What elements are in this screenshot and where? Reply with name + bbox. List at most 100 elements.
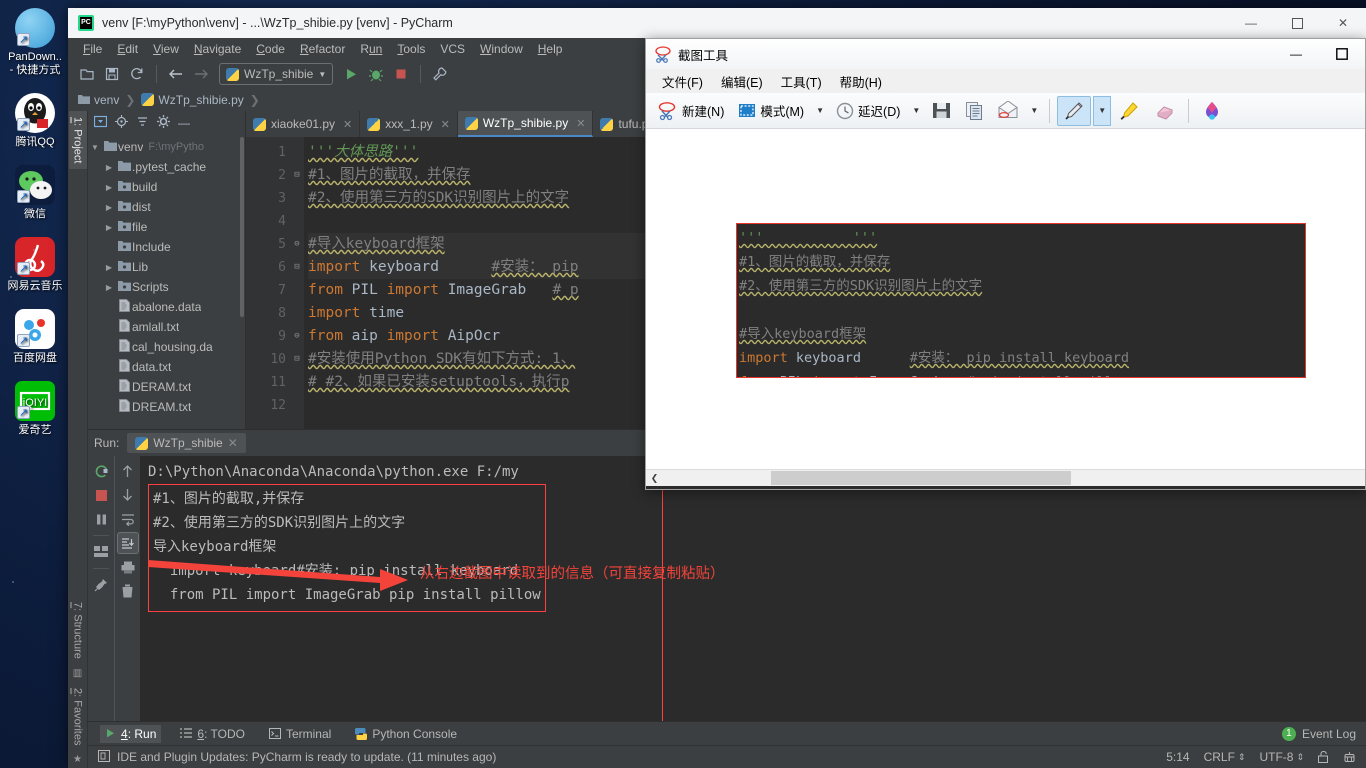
new-snip-button[interactable]: 新建(N) (652, 96, 730, 126)
folder-open-icon[interactable] (76, 63, 98, 85)
project-tree-item-data-txt[interactable]: data.txt (88, 357, 245, 377)
editor-tab-wztp-shibie-py[interactable]: WzTp_shibie.py ✕ (457, 111, 594, 137)
scrollbar-thumb[interactable] (771, 471, 1071, 485)
run-tab-wztp-shibie[interactable]: WzTp_shibie ✕ (127, 433, 246, 453)
locate-icon[interactable] (115, 115, 128, 131)
tree-expand-chevron-icon[interactable]: ▶ (102, 203, 116, 212)
tree-expand-chevron-icon[interactable]: ▶ (102, 263, 116, 272)
code-fold-toggle-icon[interactable]: ⊟ (290, 164, 304, 187)
code-fold-gutter[interactable]: ⊟ ⊖ ⊟ ⊖ ⊟ (290, 137, 304, 429)
caret-position[interactable]: 5:14 (1166, 750, 1189, 764)
snip-menu-edit[interactable]: 编辑(E) (713, 70, 771, 93)
email-dropdown-chevron-down-icon[interactable]: ▼ (1026, 106, 1042, 115)
copy-button[interactable] (959, 96, 990, 126)
close-icon[interactable]: ✕ (343, 118, 352, 131)
code-fold-toggle-icon[interactable]: ⊟ (290, 256, 304, 279)
code-fold-toggle-icon[interactable]: ⊖ (290, 233, 304, 256)
snip-menu-file[interactable]: 文件(F) (654, 70, 711, 93)
desktop-icon-tencent-qq[interactable]: ↗ 腾讯QQ (0, 89, 70, 151)
highlighter-button[interactable] (1113, 96, 1145, 126)
eraser-button[interactable] (1147, 96, 1181, 126)
rerun-icon[interactable] (90, 460, 112, 482)
menu-navigate[interactable]: Navigate (187, 40, 248, 58)
scroll-to-end-icon[interactable] (116, 532, 139, 554)
delay-dropdown-chevron-down-icon[interactable]: ▼ (908, 106, 924, 115)
menu-tools[interactable]: Tools (390, 40, 432, 58)
up-arrow-icon[interactable] (117, 460, 139, 482)
hide-panel-icon[interactable]: — (178, 116, 190, 130)
horizontal-scrollbar[interactable]: ❮ (646, 469, 1365, 486)
status-message[interactable]: IDE and Plugin Updates: PyCharm is ready… (117, 750, 496, 764)
refresh-icon[interactable] (126, 63, 148, 85)
snip-maximize-button[interactable] (1319, 39, 1365, 69)
snip-menu-help[interactable]: 帮助(H) (832, 70, 890, 93)
stop-icon[interactable] (90, 484, 112, 506)
tree-expand-chevron-icon[interactable]: ▶ (102, 283, 116, 292)
menu-code[interactable]: Code (249, 40, 292, 58)
line-separator-selector[interactable]: CRLF ⇕ (1204, 750, 1246, 764)
event-log-label[interactable]: Event Log (1302, 727, 1356, 741)
menu-refactor[interactable]: Refactor (293, 40, 352, 58)
collapse-all-icon[interactable] (136, 115, 149, 131)
menu-window[interactable]: Window (473, 40, 530, 58)
menu-edit[interactable]: Edit (110, 40, 145, 58)
snip-menu-tools[interactable]: 工具(T) (773, 70, 830, 93)
soft-wrap-icon[interactable] (117, 508, 139, 530)
project-tree-scrollbar[interactable] (240, 137, 244, 317)
select-opened-file-icon[interactable] (93, 115, 108, 131)
tool-window-run[interactable]: 4: Run (100, 724, 162, 743)
email-button[interactable] (992, 96, 1024, 126)
stop-square-icon[interactable] (390, 63, 412, 85)
menu-vcs[interactable]: VCS (433, 40, 472, 58)
scrollbar-track[interactable] (663, 470, 1365, 486)
breadcrumb-item-file[interactable]: WzTp_shibie.py (141, 93, 244, 107)
tree-expand-chevron-icon[interactable]: ▶ (102, 163, 116, 172)
menu-view[interactable]: View (146, 40, 186, 58)
run-triangle-icon[interactable] (340, 63, 362, 85)
run-configuration-selector[interactable]: WzTp_shibie ▼ (219, 63, 334, 85)
pen-button[interactable] (1057, 95, 1092, 126)
project-tree-item-dream-txt[interactable]: DREAM.txt (88, 397, 245, 417)
arrow-right-icon[interactable] (190, 63, 212, 85)
sidebar-tab-structure[interactable]: 7: Structure (69, 596, 87, 665)
desktop-icon-baidu-netdisk[interactable]: ↗ 百度网盘 (0, 305, 70, 367)
arrow-left-icon[interactable] (165, 63, 187, 85)
sidebar-tab-favorites[interactable]: 2: Favorites (69, 682, 87, 751)
project-tree-item--pytest-cache[interactable]: ▶ .pytest_cache (88, 157, 245, 177)
snip-minimize-button[interactable]: — (1273, 39, 1319, 69)
project-tree-item-abalone-data[interactable]: abalone.data (88, 297, 245, 317)
close-icon[interactable]: ✕ (228, 436, 238, 450)
project-tree-item-scripts[interactable]: ▶ Scripts (88, 277, 245, 297)
snip-canvas[interactable]: ''' ''' #1、图片的截取，并保存 #2、使用第三方的SDK识别图片上的文字 … (646, 129, 1365, 469)
down-arrow-icon[interactable] (117, 484, 139, 506)
inspector-robot-icon[interactable] (1343, 751, 1356, 764)
encoding-selector[interactable]: UTF-8 ⇕ (1259, 750, 1304, 764)
desktop-icon-iqiyi[interactable]: iQIYI ↗ 爱奇艺 (0, 377, 70, 439)
editor-tab-xxx-1-py[interactable]: xxx_1.py ✕ (360, 111, 458, 137)
mode-dropdown-chevron-down-icon[interactable]: ▼ (812, 106, 828, 115)
menu-run[interactable]: Run (353, 40, 389, 58)
project-tree[interactable]: ▼ venv F:\myPytho ▶ .pytest_cache ▶ build ▶ dist… (88, 135, 245, 429)
menu-file[interactable]: File (76, 40, 109, 58)
project-tree-item-lib[interactable]: ▶ Lib (88, 257, 245, 277)
pin-icon[interactable] (90, 574, 112, 596)
tool-window-todo[interactable]: 6: TODO (175, 725, 250, 743)
project-tree-item-venv[interactable]: ▼ venv F:\myPytho (88, 137, 245, 157)
pen-dropdown-chevron-down-icon[interactable]: ▼ (1093, 95, 1112, 126)
desktop-icon-netease-music[interactable]: ↗ 网易云音乐 (0, 233, 70, 295)
sidebar-tab-project[interactable]: 1: Project (68, 111, 87, 170)
maximize-button[interactable] (1274, 8, 1320, 38)
scroll-left-arrow-icon[interactable]: ❮ (646, 473, 663, 484)
breadcrumb-item-venv[interactable]: venv (78, 93, 119, 107)
save-button[interactable] (926, 96, 957, 126)
print-icon[interactable] (117, 556, 139, 578)
tool-window-terminal[interactable]: Terminal (264, 725, 336, 743)
close-icon[interactable]: ✕ (441, 118, 450, 131)
close-button[interactable]: ✕ (1320, 8, 1366, 38)
close-icon[interactable]: ✕ (576, 117, 585, 130)
project-tree-item-include[interactable]: Include (88, 237, 245, 257)
desktop-icon-pandownload[interactable]: ↗ PanDown.. - 快捷方式 (0, 4, 70, 79)
project-tree-item-amlall-txt[interactable]: amlall.txt (88, 317, 245, 337)
project-tree-item-deram-txt[interactable]: DERAM.txt (88, 377, 245, 397)
run-console-output[interactable]: D:\Python\Anaconda\Anaconda\python.exe F… (140, 456, 1366, 721)
